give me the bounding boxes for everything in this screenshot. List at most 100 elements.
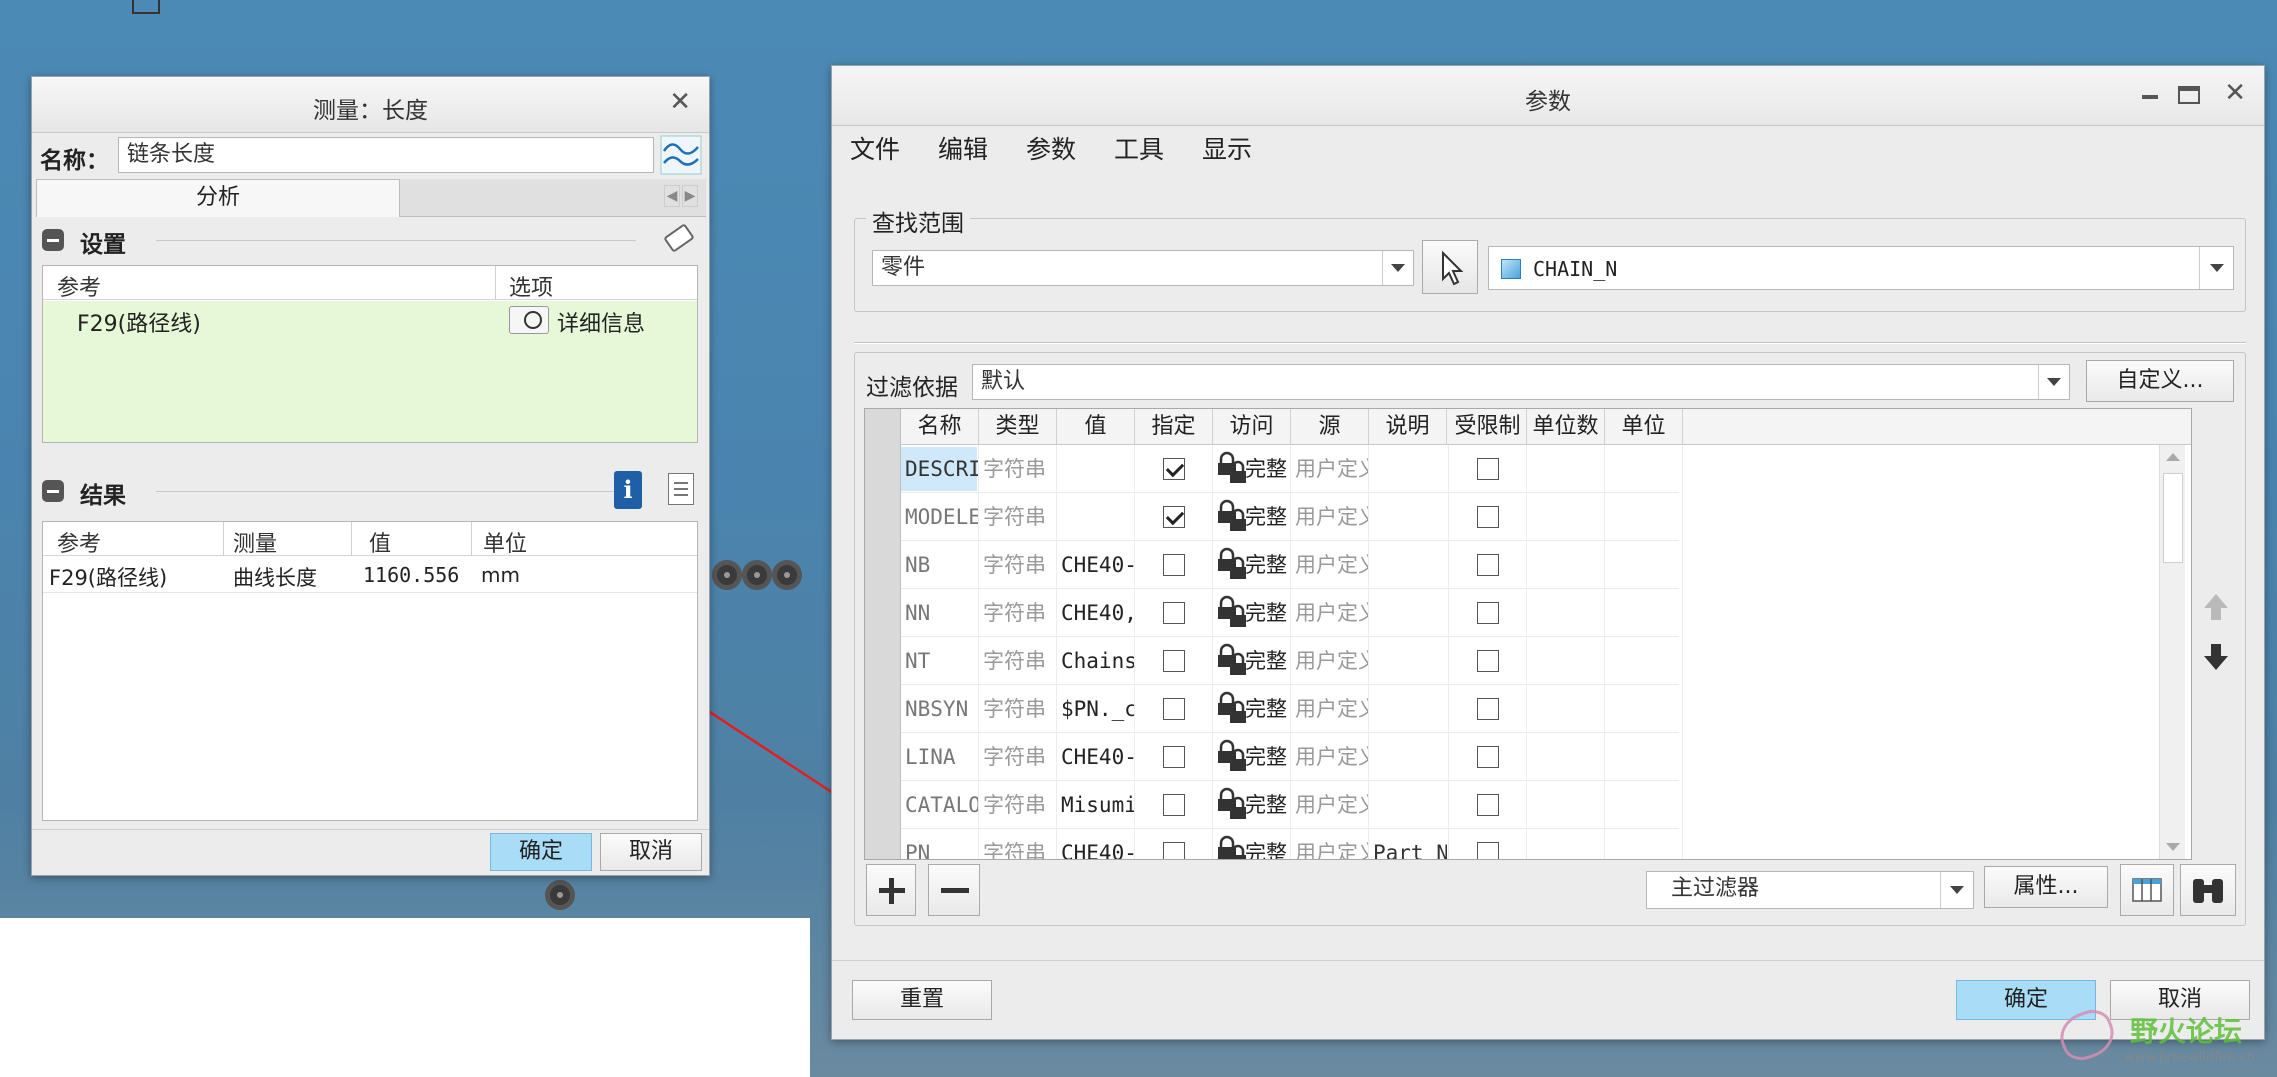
plus-icon-vertical	[889, 878, 894, 904]
restricted-checkbox[interactable]	[1477, 842, 1499, 859]
tab-analysis[interactable]: 分析	[36, 179, 400, 217]
designate-checkbox[interactable]	[1163, 794, 1185, 816]
param-value: CHE40-U	[1061, 841, 1135, 860]
param-name: NN	[905, 601, 931, 625]
designate-checkbox[interactable]	[1163, 458, 1185, 480]
detail-info-icon-circle	[524, 311, 542, 329]
model-select[interactable]: CHAIN_N	[1488, 246, 2234, 290]
settings-ref-value[interactable]: F29(路径线)	[77, 306, 201, 338]
restricted-checkbox[interactable]	[1477, 506, 1499, 528]
minimize-icon[interactable]	[2142, 95, 2158, 99]
column-header-designate[interactable]: 指定	[1135, 409, 1213, 445]
scroll-down-arrow-icon[interactable]	[2166, 843, 2180, 851]
column-header-name[interactable]: 名称	[901, 409, 979, 445]
select-pointer-button[interactable]	[1422, 240, 1478, 294]
column-header-unit[interactable]: 单位	[1605, 409, 1683, 445]
results-row-line	[43, 592, 697, 593]
lock-icon	[1218, 451, 1246, 483]
restricted-checkbox[interactable]	[1477, 746, 1499, 768]
column-header-desc[interactable]: 说明	[1369, 409, 1447, 445]
measure-titlebar[interactable]: 测量：长度 ✕	[32, 77, 709, 133]
scope-select[interactable]: 零件	[872, 250, 1414, 286]
report-icon-line	[674, 482, 688, 484]
column-header-value[interactable]: 值	[1057, 409, 1135, 445]
designate-checkbox[interactable]	[1163, 506, 1185, 528]
main-filter-dropdown-button[interactable]	[1940, 872, 1973, 908]
params-footer-rule	[832, 960, 2264, 961]
chevron-down-icon	[2047, 378, 2061, 386]
param-type: 字符串	[983, 457, 1046, 481]
binoculars-icon	[2193, 879, 2223, 903]
menu-edit[interactable]: 编辑	[938, 130, 988, 166]
remove-parameter-button[interactable]	[928, 864, 980, 916]
param-value: CHE40-U	[1061, 745, 1135, 769]
scroll-up-arrow-icon[interactable]	[2166, 453, 2180, 461]
filter-dropdown-button[interactable]	[2038, 365, 2069, 399]
column-header-source[interactable]: 源	[1291, 409, 1369, 445]
params-titlebar[interactable]: 参数 ✕	[832, 66, 2264, 126]
restricted-checkbox[interactable]	[1477, 650, 1499, 672]
measure-ok-button[interactable]: 确定	[490, 833, 592, 871]
collapse-results-icon[interactable]	[42, 480, 64, 502]
settings-option-value[interactable]: 详细信息	[557, 306, 645, 338]
vertical-scrollbar[interactable]	[2159, 445, 2185, 859]
restricted-checkbox[interactable]	[1477, 458, 1499, 480]
lock-icon	[1218, 547, 1246, 579]
column-header-type[interactable]: 类型	[979, 409, 1057, 445]
menu-tools[interactable]: 工具	[1114, 130, 1164, 166]
designate-checkbox[interactable]	[1163, 602, 1185, 624]
maximize-icon[interactable]	[2178, 86, 2200, 104]
designate-checkbox[interactable]	[1163, 698, 1185, 720]
designate-checkbox[interactable]	[1163, 842, 1185, 859]
model-dropdown-button[interactable]	[2199, 247, 2233, 289]
menu-parameters[interactable]: 参数	[1026, 130, 1076, 166]
menu-file[interactable]: 文件	[850, 130, 900, 166]
column-header-unit-count[interactable]: 单位数	[1527, 409, 1605, 445]
main-filter-select[interactable]: 主过滤器	[1646, 871, 1974, 909]
tab-scroll-right-icon[interactable]: ▶	[682, 185, 698, 207]
filter-select[interactable]: 默认	[972, 364, 2070, 400]
name-field[interactable]: 链条长度	[118, 137, 654, 173]
menu-display[interactable]: 显示	[1202, 130, 1252, 166]
reset-button[interactable]: 重置	[852, 980, 992, 1020]
watermark: 野火论坛 www.proewildfire.cn	[2053, 1004, 2272, 1072]
restricted-checkbox[interactable]	[1477, 602, 1499, 624]
param-source: 用户定义	[1295, 601, 1369, 625]
designate-checkbox[interactable]	[1163, 746, 1185, 768]
customize-button[interactable]: 自定义...	[2086, 360, 2234, 402]
detail-info-icon[interactable]	[509, 306, 549, 334]
lock-icon	[1218, 595, 1246, 627]
results-col-divider	[223, 522, 224, 556]
properties-button[interactable]: 属性...	[1984, 866, 2108, 908]
move-down-icon[interactable]	[2202, 642, 2230, 672]
restricted-checkbox[interactable]	[1477, 698, 1499, 720]
params-close-icon[interactable]: ✕	[2224, 78, 2246, 108]
report-icon[interactable]	[668, 473, 694, 505]
info-icon[interactable]: i	[614, 471, 642, 509]
curve-icon[interactable]	[660, 135, 702, 175]
restricted-checkbox[interactable]	[1477, 554, 1499, 576]
scrollbar-thumb[interactable]	[2163, 473, 2183, 563]
eraser-icon[interactable]	[663, 223, 695, 253]
results-col-unit: 单位	[483, 532, 528, 557]
add-parameter-button[interactable]	[866, 864, 916, 916]
param-type: 字符串	[983, 601, 1046, 625]
scope-dropdown-button[interactable]	[1382, 251, 1413, 285]
collapse-settings-icon[interactable]	[42, 229, 64, 251]
designate-checkbox[interactable]	[1163, 650, 1185, 672]
results-col-divider	[471, 522, 472, 556]
measure-cancel-button[interactable]: 取消	[600, 833, 702, 871]
table-columns-button[interactable]	[2120, 864, 2174, 916]
chevron-down-icon	[1950, 886, 1964, 894]
measure-dialog: 测量：长度 ✕ 名称： 链条长度 分析 ◀ ▶ 设置 参考 选项 F29(路径线…	[31, 76, 710, 876]
param-value	[1061, 445, 1135, 493]
restricted-checkbox[interactable]	[1477, 794, 1499, 816]
move-up-icon[interactable]	[2202, 592, 2230, 622]
designate-checkbox[interactable]	[1163, 554, 1185, 576]
column-header-restricted[interactable]: 受限制	[1449, 409, 1527, 445]
tab-scroll-left-icon[interactable]: ◀	[664, 185, 680, 207]
column-header-access[interactable]: 访问	[1213, 409, 1291, 445]
param-source: 用户定义	[1295, 841, 1369, 860]
close-icon[interactable]: ✕	[669, 87, 691, 117]
search-binoculars-button[interactable]	[2180, 864, 2236, 916]
